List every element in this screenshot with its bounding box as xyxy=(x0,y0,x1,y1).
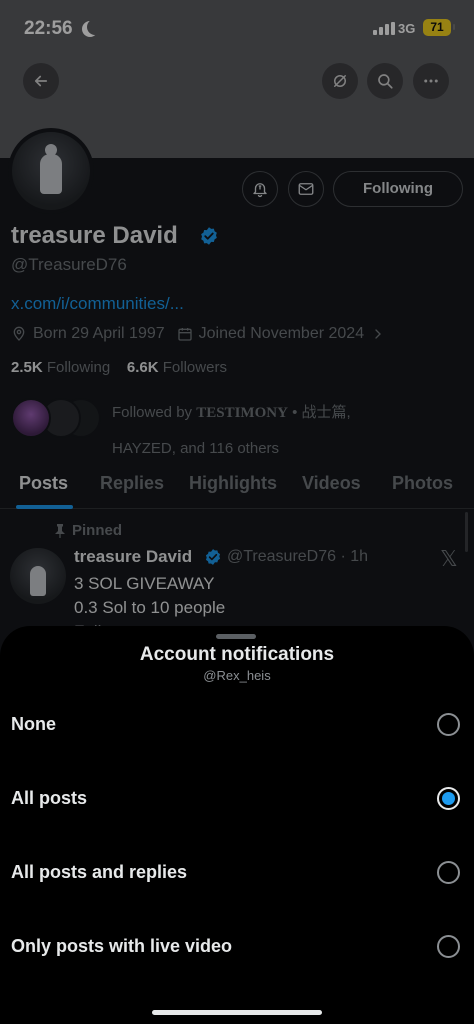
radio-button[interactable] xyxy=(437,713,460,736)
option-label: All posts and replies xyxy=(11,862,188,882)
option-live-video[interactable]: Only posts with live video xyxy=(0,918,474,976)
option-label: Only posts with live video xyxy=(11,936,233,956)
option-all-posts[interactable]: All posts xyxy=(0,770,474,828)
sheet-subtitle: @Rex_heis xyxy=(203,668,271,683)
home-indicator[interactable] xyxy=(152,1010,322,1015)
option-none[interactable]: None xyxy=(0,696,474,754)
option-label: All posts xyxy=(11,788,88,808)
option-all-posts-replies[interactable]: All posts and replies xyxy=(0,844,474,902)
radio-button[interactable] xyxy=(437,861,460,884)
option-label: None xyxy=(11,714,56,734)
radio-button[interactable] xyxy=(437,935,460,958)
sheet-grabber[interactable] xyxy=(216,634,256,639)
radio-button[interactable] xyxy=(437,787,460,810)
notifications-sheet: Account notifications @Rex_heis None All… xyxy=(0,626,474,1024)
sheet-title: Account notifications xyxy=(139,644,335,665)
